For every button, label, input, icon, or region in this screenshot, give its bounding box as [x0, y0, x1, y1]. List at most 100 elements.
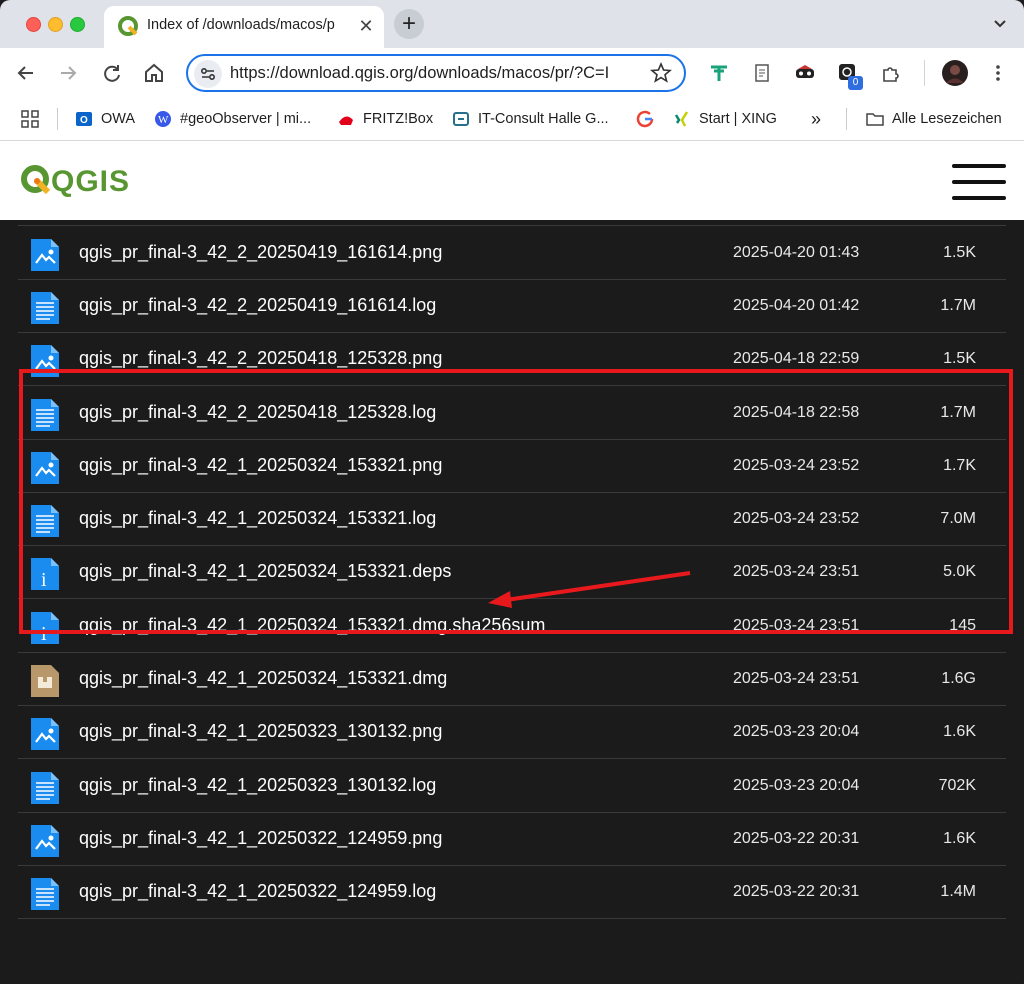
file-date: 2025-03-22 20:31: [733, 829, 860, 847]
itconsult-icon: [453, 112, 469, 127]
file-name-link[interactable]: qgis_pr_final-3_42_2_20250418_125328.png: [79, 348, 442, 369]
bookmark-owa[interactable]: O OWA: [75, 108, 135, 130]
file-size: 7.0M: [940, 510, 976, 528]
qgis-favicon-icon: [118, 16, 138, 36]
reload-icon[interactable]: [99, 60, 125, 86]
file-name-link[interactable]: qgis_pr_final-3_42_2_20250419_161614.png: [79, 242, 442, 263]
svg-text:W: W: [158, 114, 169, 126]
extension-green-icon[interactable]: [708, 62, 730, 84]
file-row: qgis_pr_final-3_42_1_20250323_130132.png…: [18, 705, 1006, 760]
apps-grid-icon[interactable]: [21, 110, 39, 128]
text-file-icon[interactable]: [29, 503, 61, 539]
file-row: qgis_pr_final-3_42_2_20250419_161614.log…: [18, 279, 1006, 333]
extension-document-icon[interactable]: [751, 62, 773, 84]
file-size: 1.7M: [940, 403, 976, 421]
file-size: 1.7M: [940, 296, 976, 314]
file-row: qgis_pr_final-3_42_1_20250323_130132.log…: [18, 759, 1006, 813]
close-window-button[interactable]: [26, 17, 41, 32]
file-size: 702K: [938, 776, 976, 794]
bookmarks-divider: [846, 108, 847, 130]
tab-strip: Index of /downloads/macos/p ✕ +: [0, 0, 1024, 48]
xing-icon: [674, 111, 689, 127]
bookmark-fritzbox[interactable]: FRITZ!Box: [337, 108, 433, 130]
site-info-icon[interactable]: [194, 60, 222, 88]
profile-avatar[interactable]: [941, 59, 969, 87]
address-bar[interactable]: https://download.qgis.org/downloads/maco…: [186, 54, 686, 92]
bookmark-xing[interactable]: Start | XING: [673, 108, 777, 130]
file-size: 1.6K: [943, 829, 976, 847]
active-tab[interactable]: Index of /downloads/macos/p ✕: [104, 6, 384, 48]
file-row: qgis_pr_final-3_42_2_20250418_125328.log…: [18, 386, 1006, 440]
new-tab-button[interactable]: +: [394, 9, 424, 39]
file-name-link[interactable]: qgis_pr_final-3_42_2_20250418_125328.log: [79, 402, 436, 423]
file-date: 2025-03-24 23:51: [733, 616, 860, 634]
hamburger-menu-icon[interactable]: [952, 164, 1006, 200]
bookmarks-bar: O OWA W #geoObserver | mi... FRITZ!Box IT-…: [0, 98, 1024, 141]
fullscreen-window-button[interactable]: [70, 17, 85, 32]
file-date: 2025-03-24 23:51: [733, 670, 860, 687]
file-size: 1.5K: [943, 243, 976, 261]
bookmark-itconsult[interactable]: IT-Consult Halle G...: [452, 108, 609, 130]
minimize-window-button[interactable]: [48, 17, 63, 32]
file-row: qgis_pr_final-3_42_1_20250322_124959.log…: [18, 865, 1006, 920]
file-date: 2025-03-23 20:04: [733, 723, 860, 741]
annotation-arrow-icon: [488, 571, 691, 608]
file-date: 2025-04-20 01:42: [733, 296, 860, 314]
fritzbox-icon: [339, 116, 353, 126]
file-row: qgis_pr_final-3_42_1_20250324_153321.dmg…: [18, 652, 1006, 706]
text-file-icon[interactable]: [29, 290, 61, 326]
file-size: 1.5K: [943, 350, 976, 368]
browser-toolbar: https://download.qgis.org/downloads/maco…: [0, 48, 1024, 98]
extension-badge: 0: [848, 76, 863, 90]
image-file-icon[interactable]: [29, 823, 61, 859]
google-icon: [636, 110, 654, 128]
back-arrow-icon[interactable]: [13, 60, 39, 86]
text-file-icon[interactable]: [29, 876, 61, 912]
tab-search-chevron-icon[interactable]: [988, 11, 1012, 35]
bookmark-google[interactable]: [636, 108, 662, 130]
bookmark-star-icon[interactable]: [650, 62, 672, 84]
text-file-icon[interactable]: [29, 397, 61, 433]
image-file-icon[interactable]: [29, 237, 61, 273]
bookmarks-overflow-chevron[interactable]: »: [811, 108, 821, 130]
text-file-icon[interactable]: [29, 770, 61, 806]
file-size: 1.7K: [943, 456, 976, 474]
file-name-link[interactable]: qgis_pr_final-3_42_1_20250324_153321.log: [79, 508, 436, 529]
folder-icon: [866, 113, 884, 126]
all-bookmarks-folder[interactable]: Alle Lesezeichen: [866, 108, 1002, 130]
file-date: 2025-03-24 23:51: [733, 563, 860, 581]
file-date: 2025-03-22 20:31: [733, 883, 860, 901]
file-name-link[interactable]: qgis_pr_final-3_42_1_20250322_124959.png: [79, 828, 442, 849]
extension-mask-icon[interactable]: [794, 62, 816, 84]
image-file-icon[interactable]: [29, 343, 61, 379]
file-name-link[interactable]: qgis_pr_final-3_42_1_20250323_130132.log: [79, 775, 436, 796]
file-name-link[interactable]: qgis_pr_final-3_42_1_20250324_153321.dmg…: [79, 615, 545, 636]
file-name-link[interactable]: qgis_pr_final-3_42_2_20250419_161614.log: [79, 295, 436, 316]
qgis-logo-icon[interactable]: [20, 163, 52, 197]
browser-window: Index of /downloads/macos/p ✕ + https://…: [0, 0, 1024, 984]
image-file-icon[interactable]: [29, 716, 61, 752]
more-menu-icon[interactable]: [987, 62, 1009, 84]
info-file-icon[interactable]: i: [29, 610, 61, 646]
forward-arrow-icon[interactable]: [55, 60, 81, 86]
bookmarks-divider: [57, 108, 58, 130]
package-file-icon[interactable]: [29, 663, 61, 699]
file-row: qgis_pr_final-3_42_1_20250322_124959.png…: [18, 812, 1006, 866]
image-file-icon[interactable]: [29, 450, 61, 486]
file-name-link[interactable]: qgis_pr_final-3_42_1_20250323_130132.png: [79, 721, 442, 742]
file-name-link[interactable]: qgis_pr_final-3_42_1_20250322_124959.log: [79, 881, 436, 902]
file-name-link[interactable]: qgis_pr_final-3_42_1_20250324_153321.png: [79, 455, 442, 476]
file-size: 1.6K: [943, 723, 976, 741]
extensions-puzzle-icon[interactable]: [880, 62, 902, 84]
tab-title: Index of /downloads/macos/p: [147, 17, 335, 33]
file-date: 2025-03-23 20:04: [733, 776, 860, 794]
file-name-link[interactable]: qgis_pr_final-3_42_1_20250324_153321.dep…: [79, 561, 451, 582]
info-file-icon[interactable]: i: [29, 556, 61, 592]
site-header: QGIS: [0, 141, 1024, 220]
file-size: 5.0K: [943, 563, 976, 581]
file-name-link[interactable]: qgis_pr_final-3_42_1_20250324_153321.dmg: [79, 668, 447, 689]
qgis-logo-text[interactable]: QGIS: [51, 165, 130, 199]
bookmark-geoobserver[interactable]: W #geoObserver | mi...: [154, 108, 311, 130]
tab-close-icon[interactable]: ✕: [354, 14, 378, 38]
home-icon[interactable]: [141, 60, 167, 86]
